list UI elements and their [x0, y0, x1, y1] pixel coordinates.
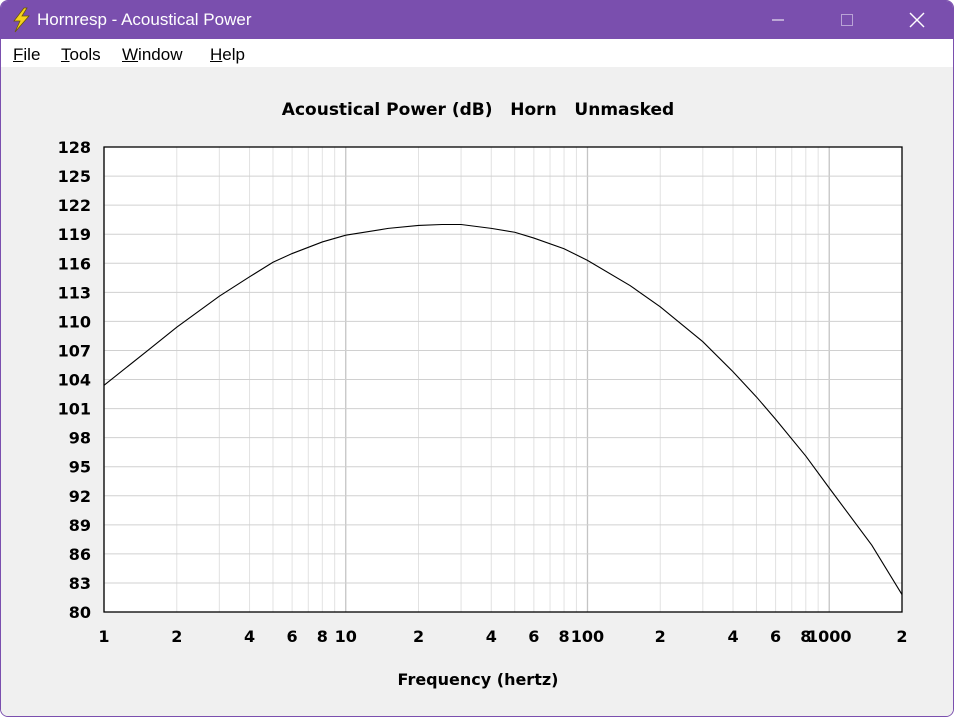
window-title: Hornresp - Acoustical Power: [37, 10, 252, 29]
y-tick-label: 116: [58, 254, 91, 273]
menu-file[interactable]: File: [13, 45, 40, 65]
x-tick-label: 1000: [807, 627, 852, 646]
y-tick-label: 128: [58, 138, 91, 157]
menu-bar: File Tools Window Help: [1, 39, 953, 67]
y-tick-label: 83: [69, 574, 91, 593]
maximize-button[interactable]: [824, 1, 870, 39]
y-tick-label: 107: [58, 341, 91, 360]
x-tick-label: 1: [98, 627, 109, 646]
y-tick-label: 86: [69, 545, 91, 564]
x-tick-label: 6: [287, 627, 298, 646]
x-tick-label: 4: [244, 627, 255, 646]
minimize-icon: [772, 19, 784, 21]
title-bar[interactable]: Hornresp - Acoustical Power: [1, 1, 953, 39]
y-tick-label: 122: [58, 196, 91, 215]
y-tick-label: 101: [58, 400, 91, 419]
y-tick-label: 125: [58, 167, 91, 186]
app-window: Hornresp - Acoustical Power File Tools W…: [0, 0, 954, 717]
y-tick-label: 119: [58, 225, 91, 244]
menu-tools[interactable]: Tools: [61, 45, 101, 65]
x-axis-label: Frequency (hertz): [398, 670, 559, 689]
y-tick-label: 113: [58, 283, 91, 302]
close-icon: [909, 12, 925, 28]
x-tick-label: 2: [896, 627, 907, 646]
y-tick-label: 95: [69, 458, 91, 477]
y-tick-label: 92: [69, 487, 91, 506]
minimize-button[interactable]: [755, 1, 801, 39]
menu-window[interactable]: Window: [122, 45, 182, 65]
x-tick-label: 8: [317, 627, 328, 646]
acoustical-power-chart: Acoustical Power (dB) Horn Unmasked 1281…: [58, 100, 908, 689]
y-tick-label: 110: [58, 312, 91, 331]
x-tick-label: 8: [558, 627, 569, 646]
x-tick-label: 6: [770, 627, 781, 646]
x-tick-label: 10: [335, 627, 357, 646]
x-tick-label: 6: [528, 627, 539, 646]
chart-title: Acoustical Power (dB) Horn Unmasked: [282, 100, 674, 120]
lightning-bolt-icon: [9, 7, 33, 33]
x-tick-label: 2: [171, 627, 182, 646]
x-tick-label: 2: [655, 627, 666, 646]
y-tick-label: 98: [69, 429, 91, 448]
y-tick-label: 89: [69, 516, 91, 535]
menu-help[interactable]: Help: [210, 45, 245, 65]
close-button[interactable]: [894, 1, 940, 39]
y-tick-label: 104: [58, 371, 91, 390]
x-tick-label: 4: [486, 627, 497, 646]
y-axis-ticks: 128 125 122 119 116 113 110 107 104 101 98 95 92 89 86…: [58, 138, 91, 622]
x-tick-label: 2: [413, 627, 424, 646]
x-tick-label: 100: [571, 627, 604, 646]
x-axis-ticks: 1 2 4 6 8 10 2 4 6 8 100 2 4 6 81000 2: [98, 627, 907, 646]
y-tick-label: 80: [69, 603, 91, 622]
maximize-icon: [841, 14, 853, 26]
x-tick-label: 4: [727, 627, 738, 646]
